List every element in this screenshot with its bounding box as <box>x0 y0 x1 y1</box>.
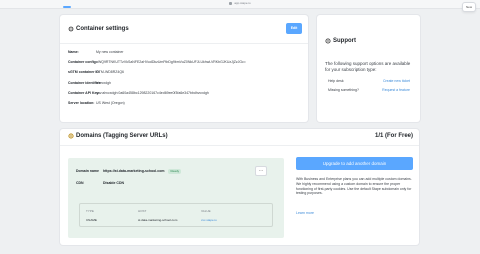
dns-header-host: HOST <box>138 209 147 213</box>
field-name: Name: My new container <box>68 50 124 54</box>
domain-name-row: Domain name https://st.data-marketing-sc… <box>76 169 182 174</box>
upgrade-description: With Business and Enterprise plans you c… <box>296 177 412 196</box>
support-icon <box>325 38 331 44</box>
field-gtm-id: sGTM container ID: GTM-WD8RZ4Q6 <box>68 70 124 74</box>
domains-title: Domains (Tagging Server URLs) <box>76 133 168 139</box>
support-header: Support <box>325 38 356 44</box>
container-settings-header: Container settings <box>68 26 129 32</box>
new-button[interactable]: New <box>462 2 476 12</box>
dns-type: CNAME <box>86 218 97 222</box>
support-description: The following support options are availa… <box>325 61 411 72</box>
upgrade-button[interactable]: Upgrade to add another domain <box>296 157 413 170</box>
status-badge: Ready <box>168 169 182 174</box>
page-title: Container settings <box>76 26 129 32</box>
domains-header: Domains (Tagging Server URLs) <box>68 133 168 139</box>
more-options-button[interactable]: … <box>255 166 267 176</box>
browser-toolbar: app.stape.io <box>0 0 480 9</box>
dns-header-value: VALUE <box>201 209 211 213</box>
dns-value[interactable]: xxx.stape.io <box>201 218 217 222</box>
globe-icon <box>68 133 74 139</box>
learn-more-link[interactable]: Learn more <box>296 211 314 215</box>
field-api-key: Container API Key: sav:ahvcxdgh:0a60a458b… <box>68 91 209 95</box>
support-title: Support <box>333 38 356 44</box>
field-server-location: Server location: US West (Oregon) <box>68 101 125 105</box>
cdn-value: Disable CDN <box>103 181 125 185</box>
support-item-feature: Missing something? Request a feature <box>328 88 410 92</box>
dns-records-table: TYPE HOST VALUE CNAME st.data-marketing-… <box>79 203 273 227</box>
edit-button[interactable]: Edit <box>286 23 302 34</box>
url-bar[interactable]: app.stape.io <box>0 1 480 5</box>
cdn-row: CDN Disable CDN <box>76 181 125 185</box>
support-card: Support The following support options ar… <box>317 15 420 122</box>
request-feature-link[interactable]: Request a feature <box>382 88 410 92</box>
divider <box>60 43 308 44</box>
support-item-help-desk: Help desk Create new ticket <box>328 79 410 83</box>
divider <box>60 145 419 146</box>
active-tab-indicator <box>63 6 71 8</box>
field-container-config: Container config: aWQ9RTNKUTTzVkSaNFE2aHV… <box>68 60 246 64</box>
dns-header-type: TYPE <box>86 209 94 213</box>
field-identifier: Container identifier: ahvcxdgh <box>68 81 111 85</box>
domain-count: 1/1 (For Free) <box>374 133 413 139</box>
url-text: app.stape.io <box>234 1 251 5</box>
lock-icon <box>229 1 233 5</box>
domain-value: https://st.data-marketing-school.com <box>103 169 165 173</box>
container-settings-card: Container settings Edit Name: My new cont… <box>60 15 308 122</box>
domains-card: Domains (Tagging Server URLs) 1/1 (For F… <box>60 129 419 245</box>
create-ticket-link[interactable]: Create new ticket <box>383 79 410 83</box>
dns-host: st.data-marketing-school.com <box>138 218 178 222</box>
gear-icon <box>68 26 74 32</box>
